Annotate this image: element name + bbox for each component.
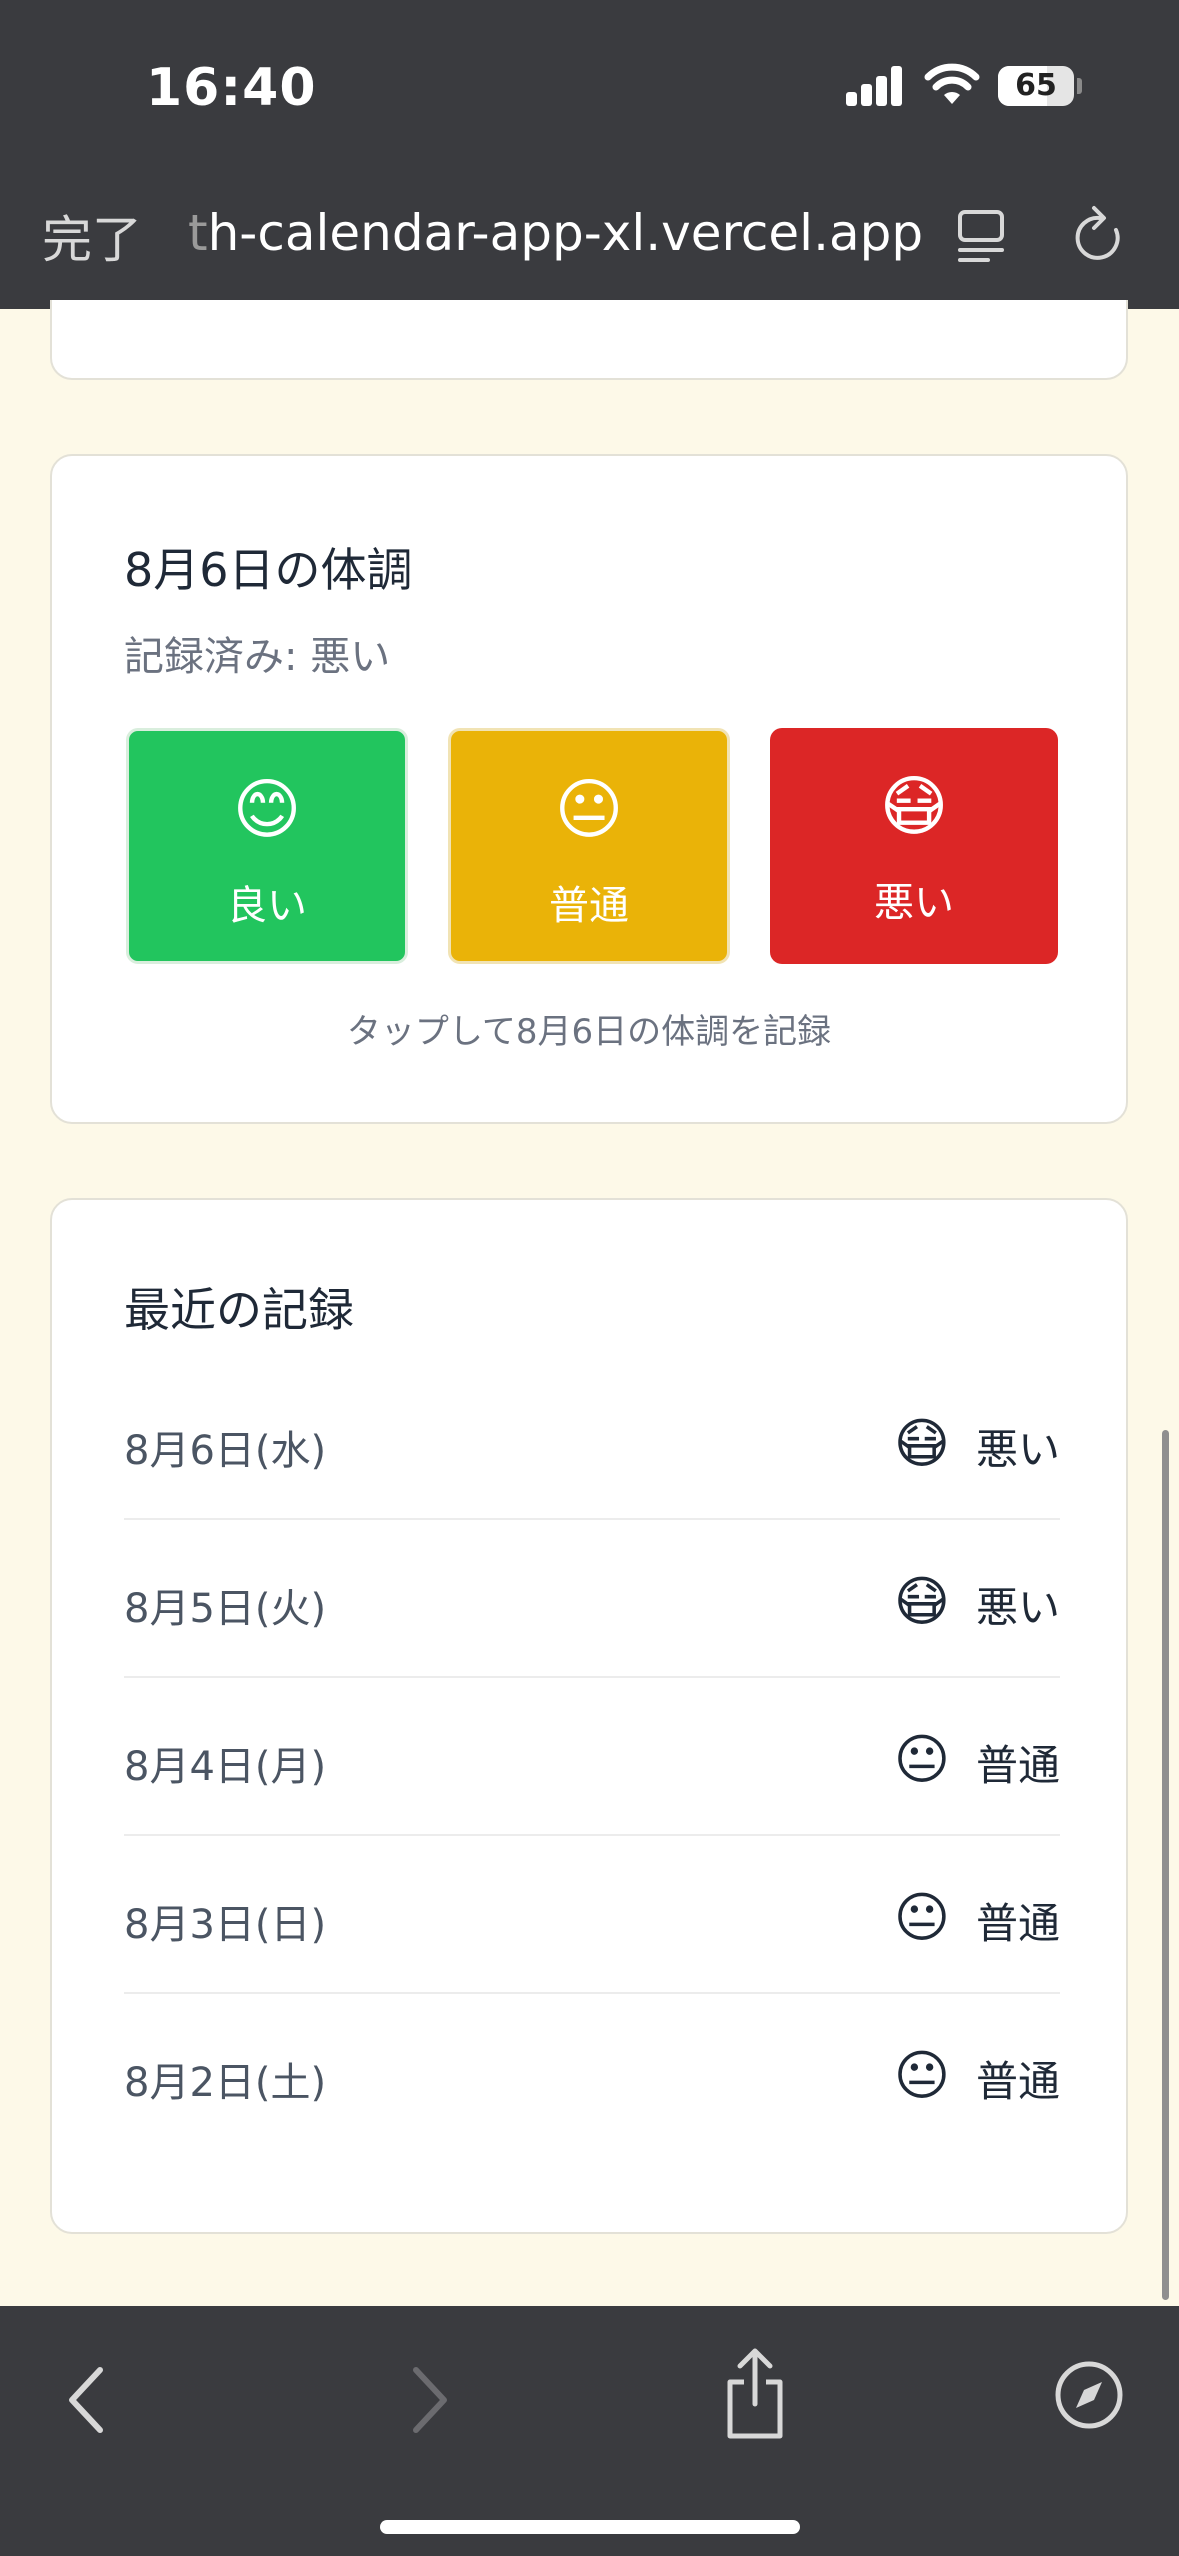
record-row[interactable]: 8月6日(水) 😷 悪い	[124, 1360, 1060, 1520]
recent-records-card: 最近の記録 8月6日(水) 😷 悪い 8月5日(火) 😷 悪い 8月4日(月) …	[50, 1198, 1128, 2234]
done-button[interactable]: 完了	[42, 200, 142, 272]
share-icon[interactable]	[722, 2346, 788, 2442]
record-row[interactable]: 8月4日(月) 😐 普通	[124, 1676, 1060, 1836]
previous-card	[50, 300, 1128, 380]
battery-icon: 65	[998, 66, 1074, 106]
mood-good-label: 良い	[227, 883, 307, 929]
url-text: h-calendar-app-xl.vercel.app	[207, 204, 924, 262]
mood-hint: タップして8月6日の体調を記録	[346, 1012, 832, 1052]
record-mood-label: 普通	[975, 1899, 1060, 1948]
recorded-status: 記録済み: 悪い	[124, 634, 391, 680]
battery-level: 65	[1015, 68, 1057, 103]
neutral-face-icon: 😐	[893, 1728, 950, 1791]
mood-card: 8月6日の体調 記録済み: 悪い 😊 良い 😐 普通 😷 悪い タップして8月6…	[50, 454, 1128, 1124]
record-row[interactable]: 8月3日(日) 😐 普通	[124, 1834, 1060, 1994]
reload-icon[interactable]	[1070, 204, 1130, 268]
status-time: 16:40	[146, 58, 317, 118]
record-row[interactable]: 8月5日(火) 😷 悪い	[124, 1518, 1060, 1678]
record-date: 8月6日(水)	[124, 1428, 327, 1474]
url-faded-prefix: t	[188, 204, 208, 262]
back-icon[interactable]	[62, 2362, 112, 2438]
browser-url-bar: 完了 th-calendar-app-xl.vercel.app	[0, 170, 1179, 309]
mood-card-title: 8月6日の体調	[124, 543, 413, 597]
record-mood-label: 普通	[975, 2057, 1060, 2106]
status-bar: 16:40 65	[0, 0, 1179, 170]
record-date: 8月4日(月)	[124, 1744, 327, 1790]
record-mood-label: 悪い	[975, 1583, 1060, 1632]
battery-cap	[1077, 78, 1082, 94]
mask-face-icon: 😷	[879, 768, 949, 845]
neutral-face-icon: 😐	[893, 1886, 950, 1949]
record-date: 8月3日(日)	[124, 1902, 327, 1948]
scrollbar[interactable]	[1162, 1430, 1169, 2300]
neutral-face-icon: 😐	[554, 771, 624, 848]
mood-normal-label: 普通	[549, 883, 629, 929]
cellular-signal-icon	[846, 66, 904, 106]
mood-normal-button[interactable]: 😐 普通	[448, 728, 730, 964]
record-date: 8月2日(土)	[124, 2060, 327, 2106]
browser-toolbar	[0, 2306, 1179, 2556]
neutral-face-icon: 😐	[893, 2044, 950, 2107]
mask-face-icon: 😷	[893, 1412, 950, 1475]
home-indicator	[380, 2520, 800, 2534]
mask-face-icon: 😷	[893, 1570, 950, 1633]
reader-mode-icon[interactable]	[956, 208, 1006, 264]
mood-bad-button[interactable]: 😷 悪い	[770, 728, 1058, 964]
record-row[interactable]: 8月2日(土) 😐 普通	[124, 1992, 1060, 2150]
mood-bad-label: 悪い	[874, 880, 954, 926]
compass-icon[interactable]	[1054, 2360, 1124, 2430]
mood-good-button[interactable]: 😊 良い	[126, 728, 408, 964]
smiling-face-icon: 😊	[232, 771, 302, 848]
forward-icon[interactable]	[404, 2362, 454, 2438]
record-mood-label: 悪い	[975, 1425, 1060, 1474]
url-field[interactable]: th-calendar-app-xl.vercel.app	[188, 204, 923, 262]
record-date: 8月5日(火)	[124, 1586, 327, 1632]
wifi-icon	[924, 63, 980, 104]
record-mood-label: 普通	[975, 1741, 1060, 1790]
recent-records-title: 最近の記録	[124, 1283, 354, 1337]
